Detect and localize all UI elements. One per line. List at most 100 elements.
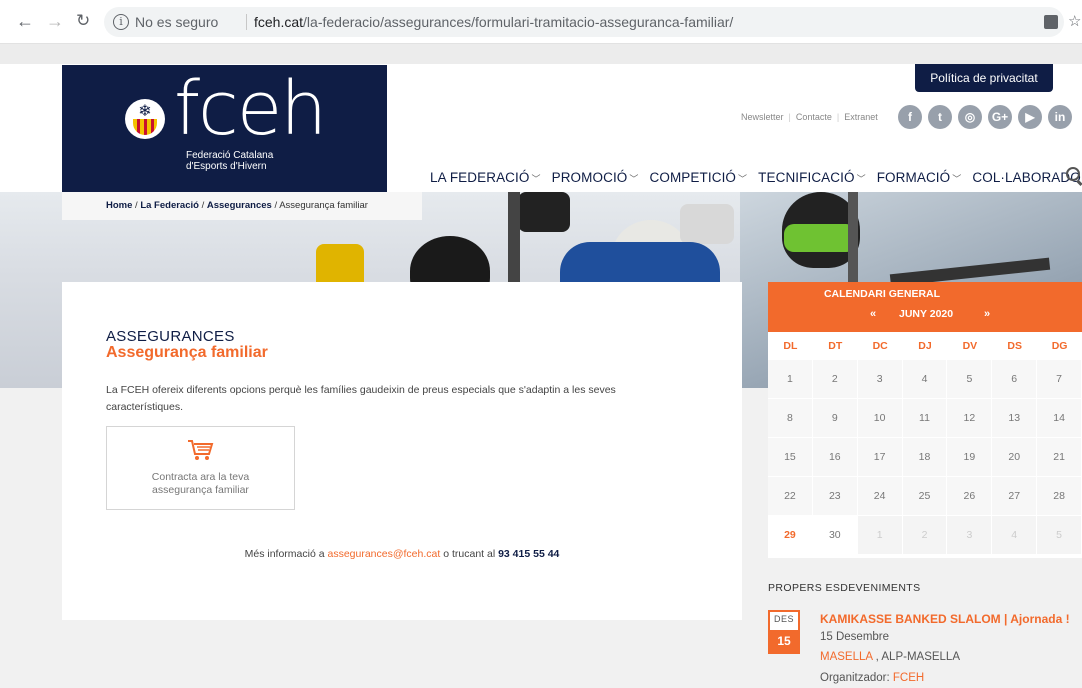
shopping-cart-icon	[188, 440, 214, 460]
breadcrumb-home[interactable]: Home	[106, 200, 132, 211]
calendar-day[interactable]: 25	[902, 477, 948, 516]
calendar-day[interactable]: 8	[768, 399, 813, 438]
calendar-day[interactable]: 12	[947, 399, 993, 438]
social-links: f t ◎ G+ ▶ in	[898, 105, 1078, 129]
contract-insurance-button[interactable]: Contracta ara la teva assegurança famili…	[106, 426, 295, 510]
calendar-day[interactable]: 15	[768, 438, 813, 477]
nav-item-formacio[interactable]: FORMACIÓ ﹀	[877, 170, 962, 185]
calendar-day[interactable]: 13	[992, 399, 1038, 438]
calendar-day[interactable]: 30	[812, 516, 858, 555]
calendar-day-next-month[interactable]: 4	[992, 516, 1038, 555]
calendar-day[interactable]: 1	[768, 360, 813, 399]
calendar-day[interactable]: 18	[902, 438, 948, 477]
phone-number[interactable]: 93 415 55 44	[498, 548, 559, 560]
calendar-day[interactable]: 26	[947, 477, 993, 516]
breadcrumb-assegurances[interactable]: Assegurances	[207, 200, 272, 211]
newsletter-link[interactable]: Newsletter	[741, 112, 784, 122]
reload-icon[interactable]: ↻	[76, 11, 90, 31]
web-page: Política de privacitat Newsletter | Contac…	[0, 44, 1082, 688]
site-logo[interactable]: ❄ fceh Federació Catalana d'Esports d'Hi…	[62, 65, 387, 192]
facebook-icon[interactable]: f	[898, 105, 922, 129]
nav-label: PROMOCIÓ	[551, 170, 628, 185]
calendar-day-next-month[interactable]: 2	[902, 516, 948, 555]
calendar-day[interactable]: 23	[812, 477, 858, 516]
chevron-down-icon: ﹀	[856, 174, 866, 184]
nav-item-la-federacio[interactable]: LA FEDERACIÓ ﹀	[430, 170, 541, 185]
link-separator: |	[836, 112, 840, 122]
translate-icon[interactable]	[1044, 15, 1058, 29]
calendar-day[interactable]: 4	[902, 360, 948, 399]
search-icon[interactable]	[1066, 167, 1080, 181]
info-icon[interactable]: i	[113, 14, 129, 30]
calendar-header: CALENDARI GENERAL « JUNY 2020 »	[768, 282, 1082, 332]
email-link[interactable]: assegurances@fceh.cat	[327, 548, 440, 560]
contact-link[interactable]: Contacte	[796, 112, 832, 122]
weekday-label: DJ	[918, 340, 932, 352]
weekday-label: DG	[1051, 340, 1068, 352]
calendar-day[interactable]: 6	[992, 360, 1038, 399]
calendar-day[interactable]: 22	[768, 477, 813, 516]
forward-arrow-icon[interactable]: →	[46, 11, 64, 31]
nav-item-tecnificacio[interactable]: TECNIFICACIÓ ﹀	[758, 170, 866, 185]
event-title-link[interactable]: KAMIKASSE BANKED SLALOM | Ajornada !	[820, 612, 1070, 626]
calendar-day[interactable]: 21	[1037, 438, 1082, 477]
calendar-day[interactable]: 28	[1037, 477, 1082, 516]
calendar-week: 8 9 10 11 12 13 14	[768, 399, 1082, 438]
weekday-label: DC	[872, 340, 888, 352]
extranet-link[interactable]: Extranet	[844, 112, 878, 122]
event-place: MASELLA , ALP-MASELLA	[820, 651, 960, 663]
calendar-day[interactable]: 27	[992, 477, 1038, 516]
top-links: Newsletter | Contacte | Extranet	[741, 112, 878, 122]
weekday-label: DS	[1007, 340, 1023, 352]
bookmark-star-icon[interactable]: ☆	[1068, 7, 1081, 37]
calendar-day[interactable]: 16	[812, 438, 858, 477]
calendar-day[interactable]: 20	[992, 438, 1038, 477]
calendar-day[interactable]: 17	[857, 438, 903, 477]
calendar-day-next-month[interactable]: 1	[857, 516, 903, 555]
calendar-grid: 1 2 3 4 5 6 7 8 9 10 11 12 13 14 15 16 1…	[768, 360, 1082, 555]
twitter-icon[interactable]: t	[928, 105, 952, 129]
nav-item-competicio[interactable]: COMPETICIÓ ﹀	[650, 170, 748, 185]
nav-label: FORMACIÓ	[876, 170, 951, 185]
youtube-icon[interactable]: ▶	[1018, 105, 1042, 129]
event-organizer-link[interactable]: FCEH	[893, 672, 924, 684]
more-info-mid: o trucant al	[440, 548, 499, 560]
event-organizer: Organitzador: FCEH	[820, 672, 924, 684]
weekday-label: DT	[828, 340, 843, 352]
calendar-day-today[interactable]: 29	[768, 516, 813, 555]
calendar-prev-button[interactable]: «	[870, 308, 876, 320]
calendar-day-next-month[interactable]: 5	[1037, 516, 1082, 555]
instagram-icon[interactable]: ◎	[958, 105, 982, 129]
calendar-day[interactable]: 24	[857, 477, 903, 516]
google-plus-icon[interactable]: G+	[988, 105, 1012, 129]
url-text[interactable]: fceh.cat/la-federacio/assegurances/formu…	[254, 7, 733, 37]
calendar-day[interactable]: 3	[857, 360, 903, 399]
calendar-day[interactable]: 9	[812, 399, 858, 438]
privacy-policy-tab[interactable]: Política de privacitat	[915, 64, 1053, 92]
event-place-rest: , ALP-MASELLA	[872, 651, 960, 663]
calendar-day[interactable]: 10	[857, 399, 903, 438]
logo-subtitle-line1: Federació Catalana	[186, 150, 274, 161]
calendar-day[interactable]: 19	[947, 438, 993, 477]
url-host: fceh.cat	[254, 14, 304, 30]
calendar-day[interactable]: 14	[1037, 399, 1082, 438]
nav-label: TECNIFICACIÓ	[758, 170, 855, 185]
glove-shape	[518, 192, 570, 232]
address-bar[interactable]: i No es seguro fceh.cat/la-federacio/ass…	[104, 7, 1081, 37]
calendar-next-button[interactable]: »	[984, 308, 990, 320]
event-place-link[interactable]: MASELLA	[820, 651, 872, 663]
more-info-line: Més informació a assegurances@fceh.cat o…	[62, 548, 742, 560]
goggles-shape	[784, 224, 856, 252]
calendar-day[interactable]: 2	[812, 360, 858, 399]
nav-item-promocio[interactable]: PROMOCIÓ ﹀	[552, 170, 639, 185]
calendar-day[interactable]: 7	[1037, 360, 1082, 399]
nav-label: LA FEDERACIÓ	[430, 170, 530, 185]
calendar-day[interactable]: 11	[902, 399, 948, 438]
breadcrumb-la-federacio[interactable]: La Federació	[140, 200, 199, 211]
calendar-week: 15 16 17 18 19 20 21	[768, 438, 1082, 477]
calendar-day-next-month[interactable]: 3	[947, 516, 993, 555]
calendar-day[interactable]: 5	[947, 360, 993, 399]
chevron-down-icon: ﹀	[629, 174, 639, 184]
linkedin-icon[interactable]: in	[1048, 105, 1072, 129]
back-arrow-icon[interactable]: ←	[16, 11, 34, 31]
